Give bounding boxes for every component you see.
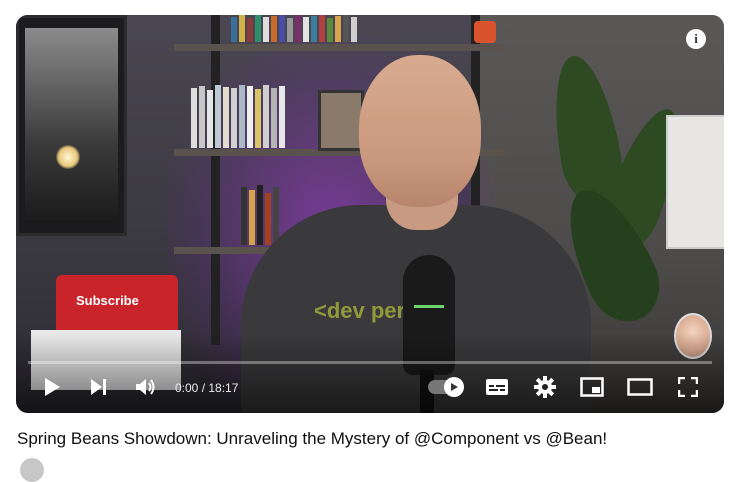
progress-bar[interactable] xyxy=(28,361,712,364)
time-total: 18:17 xyxy=(208,381,239,395)
time-separator: / xyxy=(198,381,209,395)
lamp xyxy=(56,145,80,169)
volume-icon xyxy=(136,379,155,395)
time-current: 0:00 xyxy=(175,381,199,395)
books xyxy=(231,15,357,42)
person-head xyxy=(359,55,481,207)
microphone-led xyxy=(414,305,444,308)
fullscreen-button[interactable] xyxy=(674,373,702,401)
info-button[interactable]: i xyxy=(686,29,706,49)
wall-poster xyxy=(16,15,127,236)
wall-art xyxy=(666,115,724,249)
volume-button[interactable] xyxy=(133,373,159,401)
books xyxy=(191,85,285,148)
controls-overlay xyxy=(16,333,724,413)
captions-icon xyxy=(486,379,508,395)
shelf-post xyxy=(211,15,220,345)
play-button[interactable] xyxy=(38,373,66,401)
captions-button[interactable] xyxy=(483,373,511,401)
theater-button[interactable] xyxy=(626,373,654,401)
time-display: 0:00 / 18:17 xyxy=(175,381,238,395)
shirt-logo: <dev per xyxy=(314,298,406,323)
subscribe-prop-label: Subscribe xyxy=(76,293,139,308)
miniplayer-icon xyxy=(580,377,604,397)
photo-frame xyxy=(318,90,364,151)
autoplay-toggle-icon[interactable] xyxy=(444,377,464,397)
shelf xyxy=(174,44,504,51)
play-icon xyxy=(45,378,60,396)
next-button[interactable] xyxy=(86,373,112,401)
fullscreen-icon xyxy=(678,377,698,397)
settings-button[interactable] xyxy=(531,373,559,401)
gear-icon xyxy=(534,376,556,398)
video-player[interactable]: Subscribe <dev per i 0:00 / 18:17 xyxy=(16,15,724,413)
mug xyxy=(474,21,496,43)
next-icon xyxy=(91,379,106,395)
books xyxy=(241,185,279,245)
theater-icon xyxy=(627,378,653,396)
video-title[interactable]: Spring Beans Showdown: Unraveling the My… xyxy=(17,429,607,449)
miniplayer-button[interactable] xyxy=(578,373,606,401)
